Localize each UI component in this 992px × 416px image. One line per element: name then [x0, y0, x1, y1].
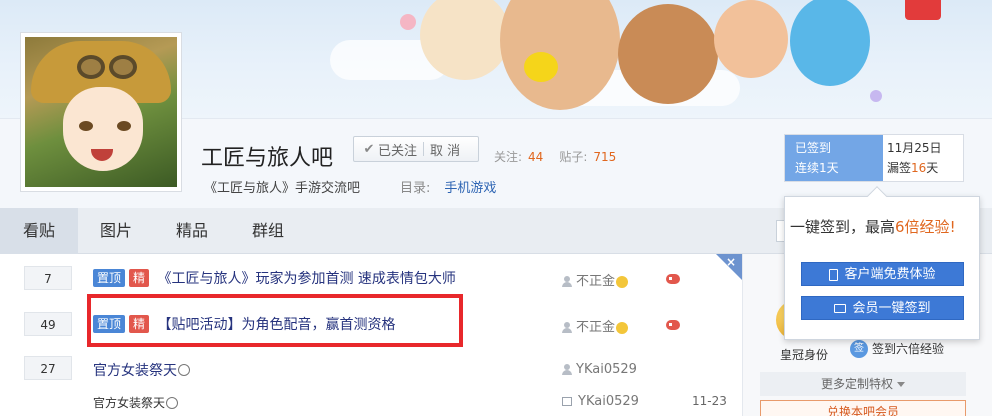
- signin-date: 11月25日: [887, 141, 942, 155]
- last-reply-author[interactable]: YKai0529: [562, 394, 639, 409]
- avatar-eye: [117, 121, 131, 131]
- close-icon[interactable]: ×: [726, 255, 736, 269]
- follow-button[interactable]: ✔ 已关注 取 消: [353, 136, 479, 162]
- reply-count: 49: [24, 312, 72, 336]
- phone-icon: [829, 268, 839, 281]
- signin-status[interactable]: 已签到 连续1天: [785, 135, 883, 181]
- banner-bubble: [400, 14, 416, 30]
- blue-character-icon: [790, 0, 870, 86]
- emoji-icon: [616, 321, 629, 334]
- more-privileges-label: 更多定制特权: [820, 377, 893, 391]
- highlight-box: [87, 294, 463, 347]
- check-icon: ✔: [363, 141, 375, 157]
- cartoon-character-icon: [420, 0, 510, 80]
- author-name[interactable]: YKai0529: [576, 362, 637, 377]
- forum-stats: 关注: 44 贴子: 715: [494, 148, 632, 165]
- chevron-down-icon: [897, 382, 905, 387]
- popup-title: 一键签到，最高6倍经验!: [790, 216, 956, 237]
- missed-suffix: 天: [926, 161, 939, 175]
- forum-catalog: 目录: 手机游戏: [400, 177, 496, 196]
- featured-badge: 精: [129, 269, 150, 287]
- emoji-icon: [178, 364, 190, 376]
- signin-status-label: 已签到: [795, 141, 832, 155]
- tab-featured[interactable]: 精品: [154, 208, 230, 254]
- reply-count: 7: [24, 266, 72, 290]
- forum-slogan: 《工匠与旅人》手游交流吧: [204, 181, 361, 196]
- reply-preview-text[interactable]: 官方女装祭天: [93, 394, 179, 411]
- follow-count: 44: [528, 150, 544, 164]
- avatar-eye: [79, 121, 93, 131]
- message-icon: [562, 397, 572, 406]
- missed-prefix: 漏签: [887, 161, 912, 175]
- reply-preview-title[interactable]: 官方女装祭天: [93, 396, 165, 410]
- author-name[interactable]: 不正金: [576, 274, 615, 289]
- unfollow-button[interactable]: 取 消: [430, 140, 460, 159]
- forum-avatar[interactable]: [20, 32, 182, 192]
- game-icon: [666, 274, 680, 284]
- catalog-link[interactable]: 手机游戏: [444, 181, 496, 196]
- popup-title-prefix: 一键签到，最高: [790, 218, 896, 236]
- author-name[interactable]: YKai0529: [578, 394, 639, 409]
- divider: [423, 142, 425, 156]
- crown-label: 皇冠身份: [780, 348, 829, 362]
- pinned-badge: 置顶: [93, 269, 126, 287]
- more-privileges-button[interactable]: 更多定制特权: [760, 372, 966, 396]
- avatar-goggle: [77, 55, 105, 79]
- signin-missed: 漏签16天: [887, 158, 942, 178]
- thread-title[interactable]: 官方女装祭天: [93, 360, 190, 380]
- avatar-goggle: [109, 55, 137, 79]
- signin-box[interactable]: 已签到 连续1天 11月25日 漏签16天: [784, 134, 964, 182]
- last-reply-date: 11-23: [692, 394, 727, 408]
- missed-days: 16: [911, 161, 927, 175]
- tab-groups[interactable]: 群组: [230, 208, 306, 254]
- thread-author[interactable]: 不正金: [562, 316, 629, 335]
- follow-state-label: 已关注: [378, 143, 418, 159]
- post-count-label: 贴子:: [559, 150, 588, 164]
- thread-reply-preview[interactable]: 官方女装祭天 YKai0529 11-23: [0, 388, 742, 416]
- post-count: 715: [593, 150, 617, 164]
- follow-count-label: 关注:: [494, 150, 523, 164]
- buy-membership-button[interactable]: 兑换本吧会员: [760, 400, 966, 416]
- girl-character-icon: [714, 0, 788, 78]
- client-trial-label: 客户端免费体验: [844, 267, 936, 282]
- duck-icon: [524, 52, 558, 82]
- bear-character-icon: [618, 4, 718, 104]
- member-signin-label: 会员一键签到: [852, 301, 931, 316]
- catalog-label: 目录:: [400, 181, 431, 196]
- tab-threads[interactable]: 看贴: [0, 208, 78, 254]
- signin-streak: 连续1天: [795, 161, 839, 175]
- forum-title[interactable]: 工匠与旅人吧: [201, 140, 333, 172]
- author-name[interactable]: 不正金: [576, 320, 615, 335]
- thread-title-text[interactable]: 《工匠与旅人》玩家为参加首测 速成表情包大师: [157, 271, 455, 287]
- user-icon: [562, 276, 572, 287]
- reply-count: 27: [24, 356, 72, 380]
- sign-icon: 签: [850, 340, 868, 358]
- thread-title-text[interactable]: 官方女装祭天: [93, 363, 177, 379]
- banner-bubble: [870, 90, 882, 102]
- user-icon: [562, 322, 572, 333]
- popup-title-suffix: !: [949, 218, 956, 236]
- client-trial-button[interactable]: 客户端免费体验: [801, 262, 964, 286]
- red-gift-icon: [905, 0, 941, 20]
- thread-author[interactable]: YKai0529: [562, 362, 637, 377]
- member-signin-button[interactable]: 会员一键签到: [801, 296, 964, 320]
- tab-pictures[interactable]: 图片: [78, 208, 154, 254]
- emoji-icon: [166, 396, 179, 409]
- emoji-icon: [616, 275, 629, 288]
- thread-author[interactable]: 不正金: [562, 270, 629, 289]
- signin-calendar: 11月25日 漏签16天: [887, 135, 942, 178]
- game-icon: [666, 320, 680, 330]
- monitor-icon: [834, 304, 847, 313]
- thread-title[interactable]: 置顶精 《工匠与旅人》玩家为参加首测 速成表情包大师: [93, 268, 456, 288]
- avatar-image: [25, 37, 177, 187]
- sign6-label: 签到六倍经验: [872, 342, 945, 356]
- user-icon: [562, 364, 572, 375]
- popup-title-highlight: 6倍经验: [895, 218, 950, 236]
